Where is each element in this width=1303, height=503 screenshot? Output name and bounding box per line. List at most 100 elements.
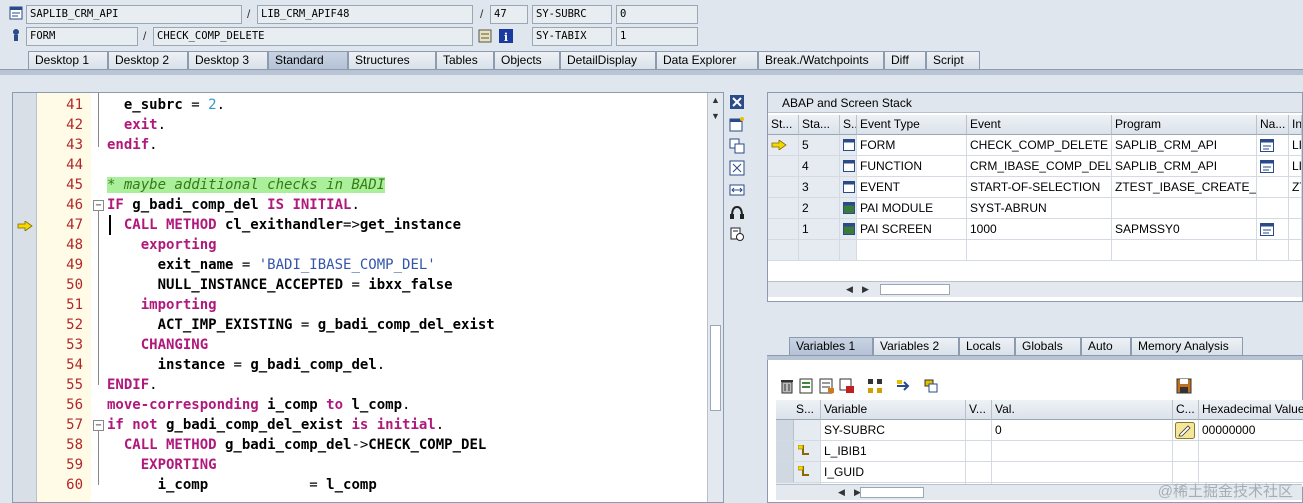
structure-icon[interactable] (798, 445, 810, 457)
stack-cell[interactable] (768, 219, 799, 240)
navigate-icon[interactable] (895, 378, 911, 394)
scroll-up-arrow[interactable]: ▲ (711, 93, 720, 108)
swap-icon[interactable] (729, 182, 745, 198)
tab-tables[interactable]: Tables (436, 51, 494, 70)
stack-cell[interactable] (840, 240, 857, 261)
scroll-thumb[interactable] (880, 284, 950, 295)
code-line[interactable]: 47 CALL METHOD cl_exithandler=>get_insta… (13, 215, 723, 235)
scroll-thumb[interactable] (710, 325, 721, 411)
stack-cell[interactable] (799, 240, 840, 261)
code-line[interactable]: 57 if not g_badi_comp_del_exist is initia… (13, 415, 723, 435)
tab-desktop-3[interactable]: Desktop 3 (188, 51, 268, 70)
delete-icon[interactable] (779, 378, 795, 394)
code-line[interactable]: 49 exit_name = 'BADI_IBASE_COMP_DEL' (13, 255, 723, 275)
stack-cell[interactable]: 1 (799, 219, 840, 240)
var-col-header[interactable]: V... (966, 400, 992, 420)
replace-tool-icon[interactable] (729, 138, 745, 154)
stack-cell[interactable]: ZTEST_IBASE_CREATE_... (1112, 177, 1257, 198)
fold-toggle[interactable]: − (93, 200, 104, 211)
settings-icon[interactable] (729, 226, 745, 242)
close-icon[interactable] (729, 94, 745, 110)
scroll-down-arrow[interactable]: ▼ (711, 109, 720, 124)
var-col-header[interactable]: Val. (992, 400, 1173, 420)
stack-cell[interactable] (768, 156, 799, 177)
change-value-icon[interactable] (1175, 422, 1195, 439)
stack-col-header[interactable]: Event Type (857, 115, 967, 135)
var-cell[interactable]: L_IBIB1 (821, 441, 966, 462)
code-line[interactable]: 54 instance = g_badi_comp_del. (13, 355, 723, 375)
stack-cell[interactable]: START-OF-SELECTION (967, 177, 1112, 198)
stack-col-header[interactable]: In (1289, 115, 1302, 135)
stack-cell[interactable] (1257, 156, 1289, 177)
row-selector[interactable] (776, 462, 794, 482)
export-icon[interactable] (819, 378, 835, 394)
tab-script[interactable]: Script (926, 51, 980, 70)
display-icon[interactable] (478, 29, 492, 43)
row-selector[interactable] (776, 420, 794, 440)
stack-cell[interactable] (1257, 240, 1289, 261)
code-line[interactable]: 48 exporting (13, 235, 723, 255)
var-col-header[interactable]: C... (1173, 400, 1199, 420)
tab-structures[interactable]: Structures (348, 51, 436, 70)
stack-cell[interactable] (967, 240, 1112, 261)
stack-cell[interactable]: ZT (1289, 177, 1302, 198)
vtab-variables-2[interactable]: Variables 2 (873, 337, 959, 356)
stack-cell[interactable]: SYST-ABRUN (967, 198, 1112, 219)
tab-objects[interactable]: Objects (494, 51, 560, 70)
var-cell[interactable] (992, 462, 1173, 483)
stack-col-header[interactable]: St... (768, 115, 799, 135)
code-line[interactable]: 53 CHANGING (13, 335, 723, 355)
stack-cell[interactable] (1289, 198, 1302, 219)
stack-cell[interactable] (1257, 198, 1289, 219)
stack-cell[interactable] (857, 240, 967, 261)
editor-vertical-scrollbar[interactable]: ▲ ▼ (707, 93, 723, 502)
tab-desktop-2[interactable]: Desktop 2 (108, 51, 188, 70)
code-line[interactable]: 58 CALL METHOD g_badi_comp_del->CHECK_CO… (13, 435, 723, 455)
maximize-icon[interactable] (729, 160, 745, 176)
var-cell[interactable] (992, 441, 1173, 462)
navigate-source-icon[interactable] (1260, 160, 1274, 173)
stack-col-header[interactable]: Na... (1257, 115, 1289, 135)
code-line[interactable]: 59 EXPORTING (13, 455, 723, 475)
code-line[interactable]: 52 ACT_IMP_EXISTING = g_badi_comp_del_ex… (13, 315, 723, 335)
stack-cell[interactable] (1257, 219, 1289, 240)
stack-cell[interactable] (768, 240, 799, 261)
hierarchy-icon[interactable] (867, 378, 883, 394)
vtab-auto[interactable]: Auto (1081, 337, 1131, 356)
scroll-left-arrow[interactable]: ◀ (838, 485, 845, 500)
search-object-icon[interactable] (923, 378, 939, 394)
code-line[interactable]: 44 (13, 155, 723, 175)
code-line[interactable]: 45 * maybe additional checks in BADI (13, 175, 723, 195)
var-col-header[interactable]: Hexadecimal Value (1199, 400, 1303, 420)
code-line[interactable]: 51 importing (13, 295, 723, 315)
stack-cell[interactable]: LI (1289, 156, 1302, 177)
code-line[interactable]: 50 NULL_INSTANCE_ACCEPTED = ibxx_false (13, 275, 723, 295)
new-tool-icon[interactable] (729, 116, 745, 132)
vtab-variables-1[interactable]: Variables 1 (789, 337, 873, 356)
stack-cell[interactable]: 2 (799, 198, 840, 219)
stack-cell[interactable]: LI (1289, 135, 1302, 156)
code-line[interactable]: 60 i_comp = l_comp (13, 475, 723, 495)
fold-toggle[interactable]: − (93, 420, 104, 431)
stack-cell[interactable]: SAPMSSY0 (1112, 219, 1257, 240)
var-cell[interactable]: 0 (992, 420, 1173, 441)
stack-col-header[interactable]: Event (967, 115, 1112, 135)
info-icon[interactable]: i (499, 29, 513, 43)
stack-cell[interactable] (768, 135, 799, 156)
var-cell[interactable]: I_GUID (821, 462, 966, 483)
navigate-source-icon[interactable] (1260, 223, 1274, 236)
scroll-right-arrow[interactable]: ▶ (862, 282, 869, 297)
vtab-locals[interactable]: Locals (959, 337, 1015, 356)
stack-cell[interactable] (1112, 240, 1257, 261)
var-col-header[interactable]: Variable (821, 400, 966, 420)
stack-cell[interactable] (768, 198, 799, 219)
stack-cell[interactable]: EVENT (857, 177, 967, 198)
tab-break-watchpoints[interactable]: Break./Watchpoints (758, 51, 884, 70)
tab-detaildisplay[interactable]: DetailDisplay (560, 51, 656, 70)
stack-cell[interactable]: PAI MODULE (857, 198, 967, 219)
stack-cell[interactable]: CHECK_COMP_DELETE (967, 135, 1112, 156)
stack-cell[interactable]: SAPLIB_CRM_API (1112, 135, 1257, 156)
stack-cell[interactable]: CRM_IBASE_COMP_DELE... (967, 156, 1112, 177)
stack-cell[interactable] (1257, 135, 1289, 156)
code-line[interactable]: 56 move-corresponding i_comp to l_comp. (13, 395, 723, 415)
